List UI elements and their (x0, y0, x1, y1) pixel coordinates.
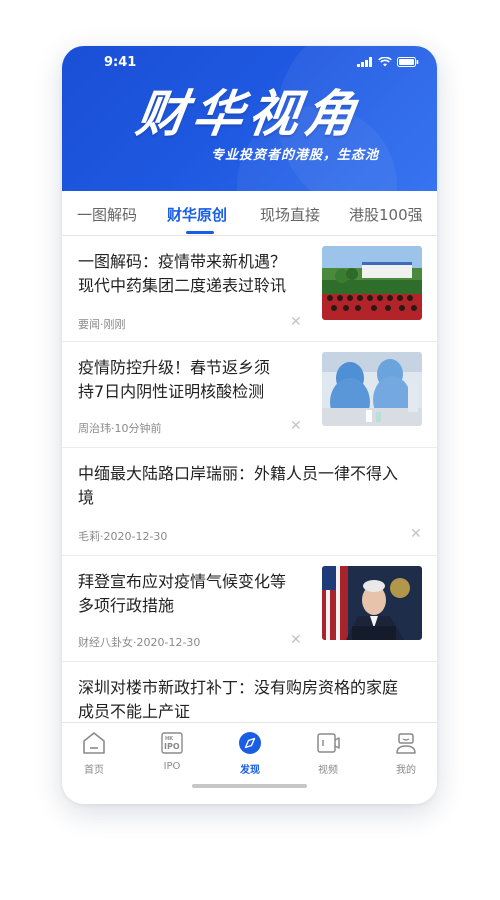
news-title[interactable]: 疫情防控升级！春节返乡须 持7日内阴性证明核酸检测 (78, 356, 270, 404)
nav-video[interactable]: 视频 (303, 731, 353, 776)
home-icon (83, 732, 105, 754)
active-tab-indicator (186, 231, 214, 234)
status-time: 9:41 (104, 55, 137, 70)
nav-ipo[interactable]: HK IPO IPO (147, 731, 197, 772)
svg-text:IPO: IPO (164, 742, 180, 751)
wifi-icon (378, 57, 392, 67)
compass-icon (239, 732, 261, 754)
news-item[interactable]: 疫情防控升级！春节返乡须 持7日内阴性证明核酸检测 周治玮·10分钟前 ✕ (62, 342, 437, 448)
signal-icon (357, 57, 372, 67)
tab-ganggu-100[interactable]: 港股100强 (349, 204, 423, 225)
news-thumbnail[interactable] (322, 566, 422, 640)
video-icon (317, 733, 340, 753)
news-item[interactable]: 中缅最大陆路口岸瑞丽：外籍人员一律不得入 境 毛莉·2020-12-30 ✕ (62, 448, 437, 556)
nav-home[interactable]: 首页 (69, 731, 119, 776)
news-thumbnail[interactable] (322, 352, 422, 426)
dismiss-icon[interactable]: ✕ (290, 632, 302, 648)
news-item[interactable]: 一图解码：疫情带来新机遇？ 现代中药集团二度递表过聆讯 要闻·刚刚 ✕ (62, 236, 437, 342)
news-title[interactable]: 中缅最大陆路口岸瑞丽：外籍人员一律不得入 境 (78, 462, 428, 510)
news-meta: 周治玮·10分钟前 (78, 422, 162, 435)
news-feed[interactable]: 一图解码：疫情带来新机遇？ 现代中药集团二度递表过聆讯 要闻·刚刚 ✕ 疫情防控… (62, 236, 437, 722)
dismiss-icon[interactable]: ✕ (290, 314, 302, 330)
dismiss-icon[interactable]: ✕ (290, 418, 302, 434)
news-thumbnail[interactable] (322, 246, 422, 320)
category-tabs: 一图解码 财华原创 现场直接 港股100强 (62, 191, 437, 236)
bottom-navigation: 首页 HK IPO IPO 发现 视频 我的 (62, 722, 437, 804)
tab-yitu-jiema[interactable]: 一图解码 (77, 204, 137, 225)
dismiss-icon[interactable]: ✕ (410, 526, 422, 542)
news-item[interactable]: 深圳对楼市新政打补丁：没有购房资格的家庭 成员不能上产证 (62, 662, 437, 722)
news-title[interactable]: 深圳对楼市新政打补丁：没有购房资格的家庭 成员不能上产证 (78, 676, 428, 722)
tab-caihua-yuanchuang[interactable]: 财华原创 (167, 204, 227, 225)
news-meta: 要闻·刚刚 (78, 318, 126, 331)
news-title[interactable]: 拜登宣布应对疫情气候变化等 多项行政措施 (78, 570, 286, 618)
news-item[interactable]: 拜登宣布应对疫情气候变化等 多项行政措施 财经八卦女·2020-12-30 ✕ (62, 556, 437, 662)
profile-icon (396, 733, 416, 754)
tab-xianchang-zhijie[interactable]: 现场直接 (260, 204, 320, 225)
phone-frame: 9:41 财华视角 专业投资者的港股，生态池 一图解码 财华原创 现场直接 港股… (62, 46, 437, 804)
news-meta: 财经八卦女·2020-12-30 (78, 636, 201, 649)
header-banner: 9:41 财华视角 专业投资者的港股，生态池 (62, 46, 437, 191)
nav-discover[interactable]: 发现 (225, 731, 275, 776)
status-icons (357, 57, 419, 67)
brand-slogan: 专业投资者的港股，生态池 (210, 148, 379, 163)
news-title[interactable]: 一图解码：疫情带来新机遇？ 现代中药集团二度递表过聆讯 (78, 250, 286, 298)
brand-logo-text: 财华视角 (132, 85, 366, 143)
news-meta: 毛莉·2020-12-30 (78, 530, 168, 543)
home-indicator[interactable] (192, 784, 307, 788)
nav-profile[interactable]: 我的 (381, 731, 431, 776)
ipo-icon: HK IPO (161, 732, 183, 754)
battery-icon (397, 57, 419, 67)
